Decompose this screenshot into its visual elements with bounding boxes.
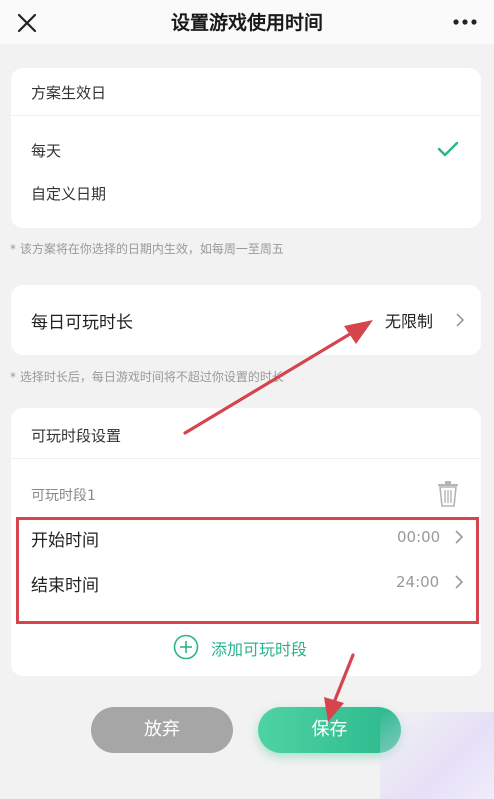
daily-duration-row[interactable]: 每日可玩时长 无限制 bbox=[11, 285, 481, 355]
daily-duration-label: 每日可玩时长 bbox=[31, 313, 133, 333]
section-title-play-periods: 可玩时段设置 bbox=[31, 427, 122, 445]
page-title: 设置游戏使用时间 bbox=[170, 12, 323, 34]
daily-duration-hint: * 选择时长后，每日游戏时间将不超过你设置的时长 bbox=[10, 370, 284, 384]
option-custom-dates[interactable]: 自定义日期 bbox=[31, 183, 106, 204]
nav-bar: 设置游戏使用时间 bbox=[0, 0, 494, 44]
chevron-right-icon bbox=[456, 313, 465, 327]
period-slot-label: 可玩时段1 bbox=[31, 488, 96, 504]
divider bbox=[11, 458, 481, 459]
more-icon[interactable] bbox=[450, 10, 480, 34]
checkmark-icon bbox=[437, 141, 459, 157]
option-every-day[interactable]: 每天 bbox=[31, 140, 61, 161]
watermark bbox=[380, 712, 494, 799]
divider bbox=[11, 115, 481, 116]
trash-icon[interactable] bbox=[436, 480, 460, 508]
annotation-highlight-box bbox=[16, 517, 479, 624]
discard-button[interactable]: 放弃 bbox=[91, 707, 233, 753]
daily-duration-value: 无限制 bbox=[385, 312, 434, 331]
plus-circle-icon bbox=[173, 634, 199, 660]
section-title-effective-days: 方案生效日 bbox=[31, 84, 107, 102]
effective-days-hint: * 该方案将在你选择的日期内生效，如每周一至周五 bbox=[10, 242, 284, 256]
add-play-period-label: 添加可玩时段 bbox=[211, 640, 308, 659]
effective-days-card: 方案生效日 每天 自定义日期 bbox=[11, 68, 481, 228]
